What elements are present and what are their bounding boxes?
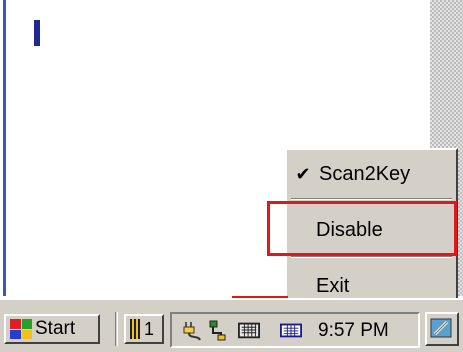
text-caret xyxy=(34,20,40,46)
window-left-border xyxy=(0,0,6,296)
task-button[interactable]: 1 xyxy=(124,314,164,344)
keyboard-icon[interactable] xyxy=(238,319,260,341)
menu-item-label: Scan2Key xyxy=(319,162,411,185)
network-icon[interactable] xyxy=(206,319,228,341)
taskbar: Start 1 9:57 PM xyxy=(0,298,463,352)
tray-context-menu: ✔ Scan2Key Disable Exit xyxy=(285,148,458,308)
menu-item-label: Disable xyxy=(316,218,383,241)
menu-item-disable[interactable]: Disable xyxy=(287,212,456,248)
input-panel-icon[interactable] xyxy=(280,319,302,341)
taskbar-divider xyxy=(115,312,118,346)
menu-item-scan2key[interactable]: ✔ Scan2Key xyxy=(287,156,456,192)
show-desktop-icon xyxy=(430,318,452,338)
app-icon xyxy=(130,319,140,339)
start-button[interactable]: Start xyxy=(4,314,100,344)
clock: 9:57 PM xyxy=(318,320,389,341)
system-tray: 9:57 PM xyxy=(170,312,420,348)
power-plug-icon[interactable] xyxy=(182,319,204,341)
windows-logo-icon xyxy=(10,319,32,339)
start-label: Start xyxy=(35,318,76,339)
menu-item-label: Exit xyxy=(316,274,350,297)
show-desktop-button[interactable] xyxy=(425,312,459,346)
task-button-text: 1 xyxy=(144,318,155,339)
menu-separator xyxy=(291,198,452,200)
checkmark-icon: ✔ xyxy=(295,163,311,184)
menu-separator xyxy=(291,256,452,258)
